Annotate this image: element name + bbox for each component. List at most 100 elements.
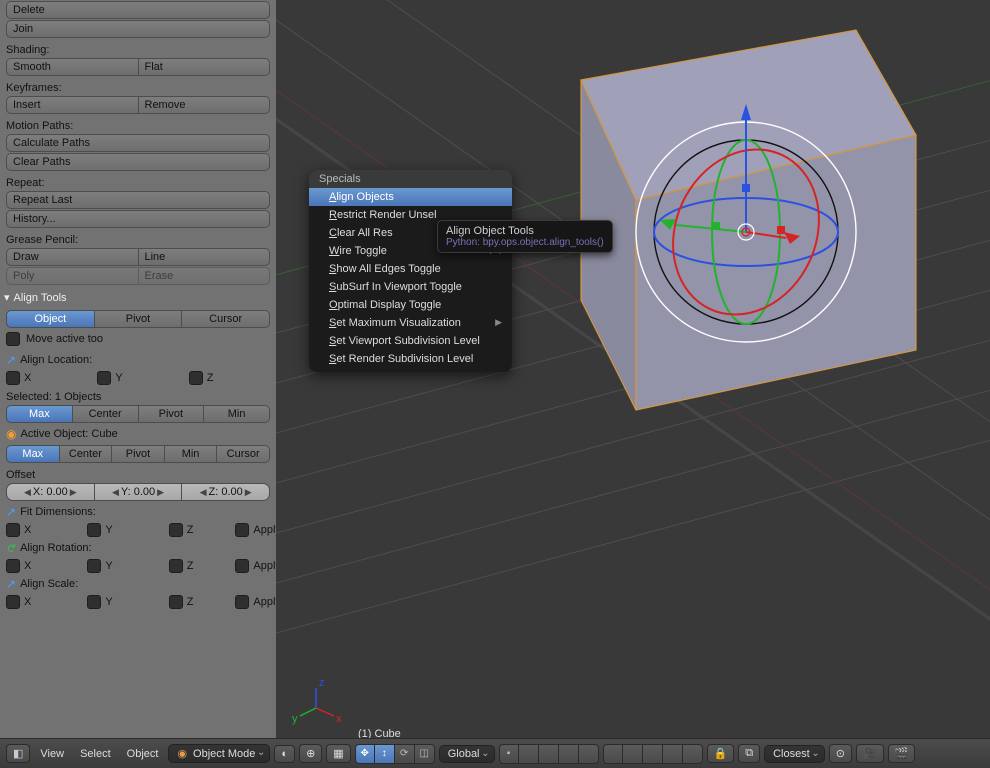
act-center-button[interactable]: Center xyxy=(60,445,113,463)
manip-rotate[interactable]: ⟳ xyxy=(395,744,415,764)
render-anim-button[interactable]: 🎬 xyxy=(888,744,916,763)
loc-x-check[interactable]: X xyxy=(6,371,31,385)
menu-item[interactable]: SubSurf In Viewport Toggle xyxy=(309,278,512,296)
rot-z-check[interactable]: Z xyxy=(169,559,194,573)
tab-cursor[interactable]: Cursor xyxy=(182,310,270,328)
magnet-icon: ⧉ xyxy=(745,747,753,760)
menu-item[interactable]: Set Maximum Visualization▶ xyxy=(309,314,512,332)
tooltip: Align Object Tools Python: bpy.ops.objec… xyxy=(437,220,613,253)
manip-translate[interactable]: ↕ xyxy=(375,744,395,764)
calculate-paths-button[interactable]: Calculate Paths xyxy=(6,134,270,152)
remove-keyframe-button[interactable]: Remove xyxy=(138,96,271,114)
loc-y-check[interactable]: Y xyxy=(97,371,122,385)
object-menu[interactable]: Object xyxy=(121,746,165,762)
check-label: Move active too xyxy=(26,333,103,345)
join-button[interactable]: Join xyxy=(6,20,270,38)
offset-z-spinner[interactable]: ◀Z: 0.00▶ xyxy=(182,483,270,501)
layer-7[interactable] xyxy=(623,744,643,764)
shading-button[interactable]: ◐ xyxy=(274,745,295,763)
offset-x-spinner[interactable]: ◀X: 0.00▶ xyxy=(6,483,95,501)
shading-icon: ◐ xyxy=(281,748,288,760)
rotation-icon: ↻ xyxy=(4,543,18,553)
snap-element-pulldown[interactable]: Closest xyxy=(764,745,825,763)
move-active-too-check[interactable]: Move active too xyxy=(6,332,103,346)
snap-target-icon: ⊙ xyxy=(836,747,845,760)
sel-center-button[interactable]: Center xyxy=(73,405,139,423)
layer-2[interactable] xyxy=(519,744,539,764)
menu-item[interactable]: Optimal Display Toggle xyxy=(309,296,512,314)
act-pivot-button[interactable]: Pivot xyxy=(112,445,165,463)
tab-object[interactable]: Object xyxy=(6,310,95,328)
gp-draw-button[interactable]: Draw xyxy=(6,248,138,266)
fit-x-check[interactable]: X xyxy=(6,523,31,537)
act-min-button[interactable]: Min xyxy=(165,445,218,463)
render-button[interactable]: 🎥 xyxy=(856,744,884,763)
align-tools-header[interactable]: ▾Align Tools xyxy=(2,289,270,306)
layer-9[interactable] xyxy=(663,744,683,764)
scale-apply-check[interactable]: Apply xyxy=(235,595,276,609)
mode-pulldown[interactable]: ◉Object Mode xyxy=(168,744,270,763)
fit-apply-check[interactable]: Apply xyxy=(235,523,276,537)
manip-toggle[interactable]: ✥ xyxy=(355,744,375,764)
fit-z-check[interactable]: Z xyxy=(169,523,194,537)
layer-5[interactable] xyxy=(579,744,599,764)
layer-10[interactable] xyxy=(683,744,703,764)
menu-item[interactable]: Show All Edges Toggle xyxy=(309,260,512,278)
select-menu[interactable]: Select xyxy=(74,746,117,762)
motion-paths-label: Motion Paths: xyxy=(6,120,270,132)
tab-pivot[interactable]: Pivot xyxy=(95,310,183,328)
flat-button[interactable]: Flat xyxy=(138,58,271,76)
layer-1[interactable]: ▪ xyxy=(499,744,519,764)
editor-type-button[interactable]: ◧ xyxy=(6,744,30,763)
orientation-pulldown[interactable]: Global xyxy=(439,745,495,763)
lock-button[interactable]: 🔒 xyxy=(707,744,735,763)
svg-text:y: y xyxy=(292,713,298,725)
gp-line-button[interactable]: Line xyxy=(138,248,271,266)
history-button[interactable]: History... xyxy=(6,210,270,228)
smooth-button[interactable]: Smooth xyxy=(6,58,138,76)
menu-item[interactable]: Set Render Subdivision Level xyxy=(309,350,512,368)
menu-item[interactable]: Align Objects xyxy=(309,188,512,206)
view-menu[interactable]: View xyxy=(34,746,70,762)
act-cursor-button[interactable]: Cursor xyxy=(217,445,270,463)
offset-y-spinner[interactable]: ◀Y: 0.00▶ xyxy=(95,483,183,501)
arrow-icon: ↗ xyxy=(6,353,16,367)
gp-erase-button[interactable]: Erase xyxy=(138,267,271,285)
layers-icon: ▦ xyxy=(333,747,343,760)
cube-icon: ◉ xyxy=(6,427,16,441)
repeat-last-button[interactable]: Repeat Last xyxy=(6,191,270,209)
layer-3[interactable] xyxy=(539,744,559,764)
gp-poly-button[interactable]: Poly xyxy=(6,267,138,285)
layers-button[interactable]: ▦ xyxy=(326,744,350,763)
manip-scale[interactable]: ◫ xyxy=(415,744,435,764)
sel-min-button[interactable]: Min xyxy=(204,405,270,423)
loc-z-check[interactable]: Z xyxy=(189,371,214,385)
align-rotation-label: ↻Align Rotation: xyxy=(6,541,270,555)
rot-x-check[interactable]: X xyxy=(6,559,31,573)
snap-target-button[interactable]: ⊙ xyxy=(829,744,852,763)
scale-x-check[interactable]: X xyxy=(6,595,31,609)
scale-y-check[interactable]: Y xyxy=(87,595,112,609)
fit-dimensions-label: ↗Fit Dimensions: xyxy=(6,505,270,519)
delete-button[interactable]: Delete xyxy=(6,1,270,19)
sel-pivot-button[interactable]: Pivot xyxy=(139,405,205,423)
layer-4[interactable] xyxy=(559,744,579,764)
menu-item[interactable]: Set Viewport Subdivision Level xyxy=(309,332,512,350)
scale-z-check[interactable]: Z xyxy=(169,595,194,609)
clear-paths-button[interactable]: Clear Paths xyxy=(6,153,270,171)
clapboard-icon: 🎬 xyxy=(895,747,909,760)
sel-max-button[interactable]: Max xyxy=(6,405,73,423)
rot-apply-check[interactable]: Apply xyxy=(235,559,276,573)
pivot-icon: ⊕ xyxy=(306,747,315,760)
shading-label: Shading: xyxy=(6,44,270,56)
act-max-button[interactable]: Max xyxy=(6,445,60,463)
viewport-header: ◧ View Select Object ◉Object Mode ◐ ⊕ ▦ … xyxy=(0,738,990,768)
pivot-button[interactable]: ⊕ xyxy=(299,744,322,763)
snap-toggle[interactable]: ⧉ xyxy=(738,744,760,763)
rot-y-check[interactable]: Y xyxy=(87,559,112,573)
manipulator-toggles: ✥ ↕ ⟳ ◫ xyxy=(355,744,435,764)
fit-y-check[interactable]: Y xyxy=(87,523,112,537)
insert-keyframe-button[interactable]: Insert xyxy=(6,96,138,114)
layer-6[interactable] xyxy=(603,744,623,764)
layer-8[interactable] xyxy=(643,744,663,764)
